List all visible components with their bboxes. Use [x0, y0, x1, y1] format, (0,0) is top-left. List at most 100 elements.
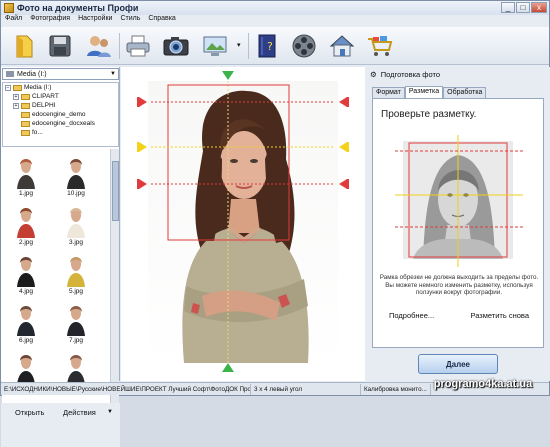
preparation-panel: ⚙ Подготовка фото Формат Разметка Обрабо… — [366, 67, 550, 381]
thumbnail-image — [13, 300, 39, 336]
thumbnail-image — [13, 349, 39, 385]
menu-photo[interactable]: Фотография — [30, 15, 70, 26]
next-button[interactable]: Далее — [418, 354, 498, 374]
main-window: Фото на документы Профи _ □ x Файл Фотог… — [0, 0, 550, 447]
toolbar: ▾ ? — [1, 27, 549, 65]
thumbnail-grid: 1.jpg 10.jpg 2.jpg 3.jpg 4.jpg 5.jpg 6.jpg 7.jp… — [2, 149, 110, 403]
minimize-button[interactable]: _ — [501, 2, 515, 13]
left-handle-top[interactable] — [137, 97, 147, 107]
tree-item-label: DELPHI — [32, 102, 56, 109]
thumbnail-image — [63, 251, 89, 287]
photo-editor — [121, 67, 365, 381]
chevron-down-icon[interactable]: ▼ — [107, 409, 113, 415]
home-icon[interactable] — [327, 31, 357, 61]
thumbnail-label: 4.jpg — [18, 288, 34, 295]
markup-note: Рамка обрезки не должна выходить за пред… — [379, 274, 539, 296]
tree-item-label: Media (I:) — [24, 84, 52, 91]
thumbnail-scrollbar[interactable] — [110, 149, 119, 403]
chevron-down-icon: ▼ — [110, 71, 116, 77]
folder-icon — [21, 129, 30, 136]
thumbnail-label: 3.jpg — [68, 239, 84, 246]
tab-format[interactable]: Формат — [372, 87, 405, 98]
thumbnail-image — [13, 202, 39, 238]
save-icon[interactable] — [45, 31, 75, 61]
cart-icon[interactable] — [365, 31, 395, 61]
thumbnail-label: 2.jpg — [18, 239, 34, 246]
book-icon[interactable]: ? — [252, 31, 282, 61]
right-handle-eyes[interactable] — [339, 142, 349, 152]
menu-help[interactable]: Справка — [148, 15, 175, 26]
thumbnail-image — [63, 349, 89, 385]
tab-processing[interactable]: Обработка — [443, 87, 487, 98]
thumbnail-item[interactable]: 10.jpg — [54, 153, 98, 199]
folder-tree[interactable]: − Media (I:) + CLIPART + DELPHI edocengine_dem… — [2, 82, 119, 147]
menu-style[interactable]: Стиль — [120, 15, 140, 26]
watermark-text: programo4ka.at.ua — [433, 378, 533, 390]
camera-icon[interactable] — [161, 31, 191, 61]
collapse-icon[interactable]: − — [5, 84, 11, 91]
svg-text:?: ? — [267, 40, 273, 53]
right-handle-chin[interactable] — [339, 179, 349, 189]
print-icon[interactable] — [123, 31, 153, 61]
status-path: E:\ИСХОДНИКИ\НОВЫЕ\Русские\НОВЕЙШИЕ\ПРОЕ… — [1, 383, 251, 395]
drive-combobox[interactable]: Media (I:) ▼ — [2, 68, 119, 80]
left-handle-eyes[interactable] — [137, 142, 147, 152]
thumbnail-image — [13, 153, 39, 189]
tab-bar: Формат Разметка Обработка — [372, 86, 487, 98]
menu-file[interactable]: Файл — [5, 15, 22, 26]
gear-icon: ⚙ — [370, 69, 377, 79]
more-link[interactable]: Подробнее... — [389, 311, 434, 320]
tree-item-label: CLIPART — [32, 93, 59, 100]
film-icon[interactable] — [289, 31, 319, 61]
display-icon[interactable] — [201, 31, 231, 61]
scrollbar-thumb[interactable] — [112, 161, 119, 221]
tree-item[interactable]: fo... — [3, 128, 118, 137]
tree-item[interactable]: edocengine_docxeals — [3, 119, 118, 128]
tree-item[interactable]: + DELPHI — [3, 101, 118, 110]
app-icon — [4, 3, 14, 13]
expand-icon[interactable]: + — [13, 93, 19, 100]
status-format: 3 х 4 левый угол — [251, 383, 361, 395]
right-handle-top[interactable] — [339, 97, 349, 107]
tree-item[interactable]: edocengine_demo — [3, 110, 118, 119]
top-handle[interactable] — [222, 71, 234, 80]
thumbnail-item[interactable]: 6.jpg — [4, 300, 48, 346]
panel-title: Подготовка фото — [380, 69, 440, 79]
left-handle-chin[interactable] — [137, 179, 147, 189]
markup-tab-content: Проверьте разметку. Рамка обрезки не дол… — [372, 98, 544, 348]
tree-item[interactable]: − Media (I:) — [3, 83, 118, 92]
window-title: Фото на документы Профи — [17, 3, 139, 13]
thumbnail-image — [63, 202, 89, 238]
actions-button[interactable]: Действия — [63, 408, 96, 417]
thumbnail-item[interactable]: 7.jpg — [54, 300, 98, 346]
thumbnail-item[interactable]: 3.jpg — [54, 202, 98, 248]
open-icon[interactable] — [9, 31, 39, 61]
folder-icon — [21, 111, 30, 118]
tree-item[interactable]: + CLIPART — [3, 92, 118, 101]
menu-settings[interactable]: Настройки — [78, 15, 112, 26]
thumbnail-item[interactable]: 2.jpg — [4, 202, 48, 248]
thumbnail-item[interactable]: 1.jpg — [4, 153, 48, 199]
title-bar: Фото на документы Профи _ □ x — [1, 1, 549, 15]
users-icon[interactable] — [84, 31, 114, 61]
drive-icon — [6, 71, 14, 77]
thumbnail-item[interactable]: 5.jpg — [54, 251, 98, 297]
thumbnail-label: 5.jpg — [68, 288, 84, 295]
maximize-button[interactable]: □ — [516, 2, 530, 13]
folder-icon — [21, 93, 30, 100]
close-button[interactable]: x — [531, 2, 547, 13]
menu-bar: Файл Фотография Настройки Стиль Справка — [1, 15, 549, 26]
tree-item-label: edocengine_demo — [32, 111, 86, 118]
tab-markup[interactable]: Разметка — [404, 86, 444, 98]
tree-item-label: edocengine_docxeals — [32, 120, 95, 127]
bottom-handle[interactable] — [222, 363, 234, 372]
remark-link[interactable]: Разметить снова — [470, 311, 529, 320]
panel-header: ⚙ Подготовка фото — [366, 67, 550, 81]
expand-icon[interactable]: + — [13, 102, 19, 109]
open-button[interactable]: Открыть — [15, 408, 44, 417]
browser-footer: Открыть Действия ▼ — [1, 403, 120, 447]
tree-item-label: fo... — [32, 129, 43, 136]
thumbnail-item[interactable]: 4.jpg — [4, 251, 48, 297]
drive-combobox-value: Media (I:) — [17, 70, 47, 78]
dropdown-arrow-icon[interactable]: ▾ — [237, 41, 241, 49]
